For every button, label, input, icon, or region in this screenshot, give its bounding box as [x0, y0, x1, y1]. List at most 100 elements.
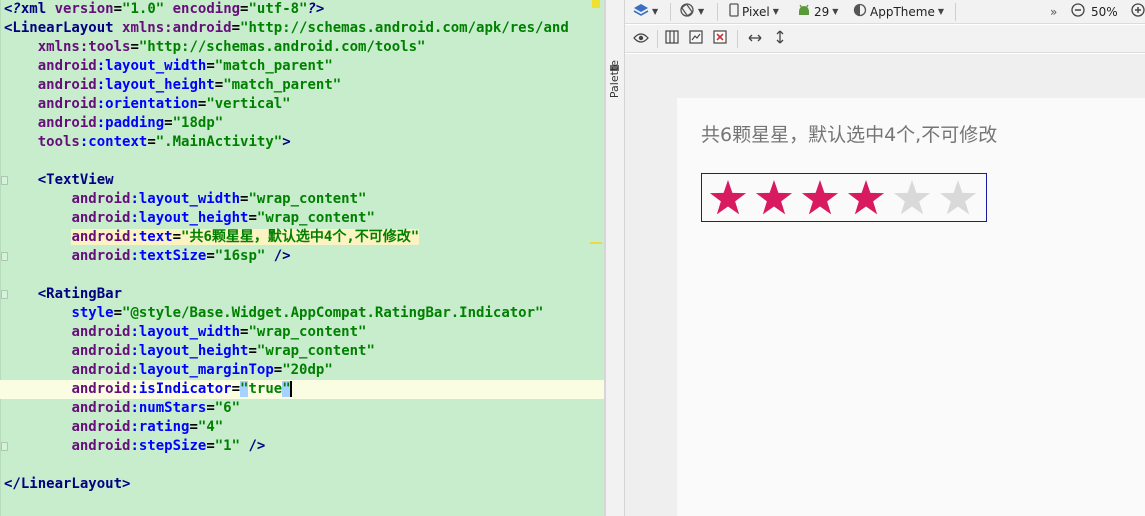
code-line[interactable] [0, 152, 604, 171]
code-line[interactable]: android:isIndicator="true" [0, 380, 604, 399]
code-token: android [71, 210, 131, 226]
rotate-icon [679, 2, 695, 23]
code-line[interactable]: style="@style/Base.Widget.AppCompat.Rati… [0, 304, 604, 323]
device-preview[interactable] [677, 98, 1145, 516]
fold-marker-icon[interactable] [1, 290, 8, 299]
palette-panel-strip[interactable]: Palette [606, 0, 625, 516]
code-token: android [71, 438, 131, 454]
code-token: :layout_width [130, 191, 241, 207]
android-icon [797, 3, 811, 21]
code-token: "wrap_content" [248, 191, 367, 207]
code-token: = [231, 20, 241, 36]
preview-ratingbar[interactable] [701, 173, 987, 222]
code-editor[interactable]: <?xml version="1.0" encoding="utf-8"?> <L… [0, 0, 604, 516]
arrows-vertical-icon [775, 29, 785, 49]
code-token: :layout_width [130, 324, 241, 340]
code-line[interactable]: tools:context=".MainActivity"> [0, 133, 604, 152]
phone-icon [729, 2, 739, 22]
code-token: android [37, 96, 97, 112]
code-line[interactable]: <RatingBar [0, 285, 604, 304]
code-line[interactable]: android:layout_marginTop="20dp" [0, 361, 604, 380]
code-line[interactable]: android:layout_height="wrap_content" [0, 209, 604, 228]
zoom-in-button[interactable] [1131, 2, 1145, 21]
code-token: "18dp" [172, 115, 224, 131]
layers-dropdown[interactable]: ▼ [633, 3, 658, 21]
code-token: = [206, 248, 215, 264]
code-token: = [214, 77, 224, 93]
chevron-down-icon: ▼ [772, 7, 779, 16]
code-line[interactable]: android:stepSize="1" /> [0, 437, 604, 456]
code-line[interactable]: android:rating="4" [0, 418, 604, 437]
code-line[interactable]: xmlns:tools="http://schemas.android.com/… [0, 38, 604, 57]
design-toolbar: ▼ ▼ Pixel ▼ 29 ▼ AppTheme ▼ » 50% [625, 0, 1145, 24]
code-line[interactable]: android:layout_width="match_parent" [0, 57, 604, 76]
code-line[interactable]: <?xml version="1.0" encoding="utf-8"?> [0, 0, 604, 19]
code-token: android [71, 362, 131, 378]
code-line[interactable]: </LinearLayout> [0, 475, 604, 494]
zoom-level: 50% [1091, 5, 1118, 19]
code-token: "1.0" [122, 1, 165, 17]
code-token: "16sp" [214, 248, 266, 264]
code-line[interactable]: android:textSize="16sp" /> [0, 247, 604, 266]
fold-marker-icon[interactable] [1, 252, 8, 261]
resize-horizontal-button[interactable] [747, 30, 763, 48]
code-token: = [113, 1, 123, 17]
code-line[interactable] [0, 266, 604, 285]
code-token: :layout_height [130, 343, 249, 359]
code-line[interactable]: android:layout_width="wrap_content" [0, 190, 604, 209]
code-token: "wrap_content" [256, 210, 375, 226]
orientation-dropdown[interactable]: ▼ [679, 2, 704, 23]
code-token: android [71, 381, 131, 397]
api-level-dropdown[interactable]: 29 ▼ [797, 3, 838, 21]
code-line[interactable]: android:numStars="6" [0, 399, 604, 418]
fold-marker-icon[interactable] [1, 176, 8, 185]
code-token: encoding [164, 1, 241, 17]
code-line[interactable]: android:layout_height="match_parent" [0, 76, 604, 95]
layers-icon [633, 3, 649, 22]
error-grid-icon [713, 30, 727, 48]
code-token: :layout_width [96, 58, 207, 74]
palette-label[interactable]: Palette [608, 60, 622, 98]
star-filled-icon [801, 179, 839, 214]
code-token: :rating [130, 419, 190, 435]
code-token: ".MainActivity" [155, 134, 283, 150]
code-token: "共6颗星星，默认选中4个,不可修改" [181, 229, 420, 245]
code-line[interactable] [0, 456, 604, 475]
code-token: xml [20, 1, 55, 17]
code-token: "http://schemas.android.com/tools" [138, 39, 426, 55]
code-line[interactable]: android:layout_width="wrap_content" [0, 323, 604, 342]
text-caret [289, 381, 292, 397]
code-token: = [113, 305, 123, 321]
theme-icon [853, 3, 867, 22]
code-token: android [71, 324, 131, 340]
code-line[interactable]: android:layout_height="wrap_content" [0, 342, 604, 361]
theme-dropdown[interactable]: AppTheme ▼ [853, 3, 944, 21]
zoom-out-button[interactable] [1071, 2, 1085, 22]
view-toolbar [625, 25, 1145, 53]
columns-button[interactable] [665, 30, 679, 48]
toolbar-overflow-button[interactable]: » [1050, 3, 1057, 21]
code-line[interactable]: android:orientation="vertical" [0, 95, 604, 114]
highlight-marker [590, 242, 602, 244]
error-toggle-button[interactable] [713, 30, 727, 48]
preview-textview[interactable]: 共6颗星星，默认选中4个,不可修改 [701, 120, 997, 147]
star-filled-icon [709, 179, 747, 214]
code-line[interactable]: android:padding="18dp" [0, 114, 604, 133]
zoom-out-icon [1071, 2, 1085, 22]
image-toggle-button[interactable] [689, 30, 703, 48]
code-line[interactable]: android:text="共6颗星星，默认选中4个,不可修改" [0, 228, 604, 247]
code-token: xmlns:android [122, 20, 232, 36]
resize-vertical-button[interactable] [775, 30, 785, 48]
view-options-button[interactable] [633, 30, 649, 48]
fold-marker-icon[interactable] [1, 442, 8, 451]
code-line[interactable]: <LinearLayout xmlns:android="http://sche… [0, 19, 604, 38]
device-dropdown[interactable]: Pixel ▼ [729, 2, 779, 22]
code-token: :context [79, 134, 148, 150]
code-line[interactable]: <TextView [0, 171, 604, 190]
